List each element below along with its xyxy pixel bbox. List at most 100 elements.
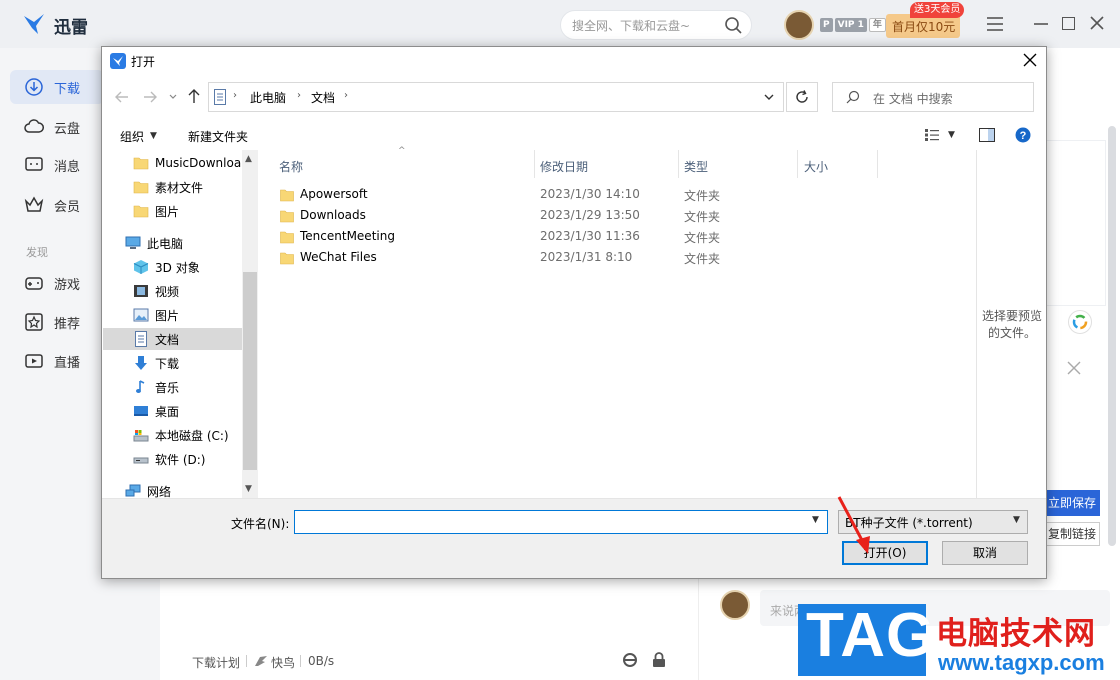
minimize-icon[interactable] <box>1034 16 1048 32</box>
user-avatar[interactable] <box>784 10 814 40</box>
tree-item-videos[interactable]: 视频 <box>133 280 179 302</box>
tree-item-this-pc[interactable]: 此电脑 <box>125 232 183 254</box>
caret-down-icon[interactable]: ▼ <box>1013 515 1020 525</box>
video-icon <box>134 285 148 297</box>
new-folder-button[interactable]: 新建文件夹 <box>188 128 248 145</box>
column-header-name[interactable]: 名称 <box>279 158 303 175</box>
fast-bird-label[interactable]: 快鸟 <box>271 654 295 671</box>
sidebar-item-label: 消息 <box>54 159 81 175</box>
tree-item-materials[interactable]: 素材文件 <box>133 176 203 198</box>
sidebar-item-games[interactable]: 游戏 <box>10 266 104 300</box>
column-divider[interactable] <box>877 150 878 178</box>
watermark-site-name: 电脑技术网 <box>936 616 1096 652</box>
tree-item-drive-c[interactable]: 本地磁盘 (C:) <box>133 424 229 446</box>
back-arrow-icon[interactable] <box>114 89 130 105</box>
file-name: Apowersoft <box>300 187 368 201</box>
tree-item-music[interactable]: 音乐 <box>133 376 179 398</box>
tree-item-desktop[interactable]: 桌面 <box>133 400 179 422</box>
forward-arrow-icon[interactable] <box>142 89 158 105</box>
file-date: 2023/1/30 11:36 <box>540 229 640 243</box>
sidebar-section-discover: 发现 <box>26 246 48 259</box>
tree-item-pictures[interactable]: 图片 <box>133 304 179 326</box>
download-plan-button[interactable]: 下载计划 <box>192 654 240 671</box>
caret-down-icon[interactable]: ▼ <box>150 131 157 141</box>
tree-item-3d-objects[interactable]: 3D 对象 <box>133 256 200 278</box>
chevron-down-icon[interactable] <box>762 90 776 104</box>
tree-item-label: 网络 <box>147 484 172 499</box>
menu-icon[interactable] <box>986 16 1004 32</box>
download-icon <box>25 78 43 96</box>
picture-icon <box>133 308 149 322</box>
file-row[interactable]: Downloads 2023/1/29 13:50 文件夹 <box>280 207 780 227</box>
address-bar[interactable] <box>208 82 784 112</box>
chevron-down-icon[interactable] <box>168 90 178 104</box>
fast-bird-icon[interactable] <box>254 654 268 668</box>
vip-badge-year: 年 <box>868 18 886 32</box>
tree-item-label: 视频 <box>155 284 180 299</box>
file-date: 2023/1/31 8:10 <box>540 250 633 264</box>
column-header-size[interactable]: 大小 <box>804 158 828 175</box>
network-icon <box>125 484 141 497</box>
breadcrumb-documents[interactable]: 文档 <box>311 89 335 106</box>
preview-pane-icon[interactable] <box>979 128 995 142</box>
crown-icon <box>24 196 44 212</box>
sidebar-item-label: 直播 <box>54 355 81 371</box>
sidebar-item-label: 推荐 <box>54 316 81 332</box>
sidebar-item-live[interactable]: 直播 <box>10 344 104 378</box>
file-type: 文件夹 <box>684 210 721 224</box>
tree-item-label: 3D 对象 <box>155 260 200 275</box>
sidebar-item-recommend[interactable]: 推荐 <box>10 305 104 339</box>
column-divider[interactable] <box>797 150 798 178</box>
promo-text: 首月仅10元 <box>892 20 956 34</box>
sidebar-item-cloud[interactable]: 云盘 <box>10 110 104 144</box>
file-row[interactable]: WeChat Files 2023/1/31 8:10 文件夹 <box>280 249 780 269</box>
folder-icon <box>280 231 294 244</box>
caret-down-icon[interactable]: ▼ <box>948 130 955 140</box>
status-separator <box>300 655 301 667</box>
cancel-button[interactable]: 取消 <box>942 541 1028 565</box>
tree-item-documents[interactable]: 文档 <box>103 328 243 350</box>
vip-badge-p: P <box>820 18 833 32</box>
tree-item-downloads[interactable]: 下载 <box>133 352 179 374</box>
tree-scrollbar-thumb[interactable] <box>243 272 257 470</box>
music-icon <box>136 380 145 393</box>
main-scrollbar[interactable] <box>1108 126 1116 546</box>
tree-item-drive-d[interactable]: 软件 (D:) <box>133 448 205 470</box>
filename-input[interactable] <box>294 510 828 534</box>
breadcrumb-this-pc[interactable]: 此电脑 <box>250 89 286 106</box>
column-header-date[interactable]: 修改日期 <box>540 158 588 175</box>
breadcrumb-chevron-icon[interactable]: › <box>233 90 237 101</box>
breadcrumb-chevron-icon[interactable]: › <box>297 90 301 101</box>
view-options-icon[interactable] <box>924 128 940 142</box>
app-close-icon[interactable] <box>1088 14 1106 32</box>
up-arrow-icon[interactable] <box>186 88 202 104</box>
tree-item-label: 桌面 <box>155 404 180 419</box>
file-date: 2023/1/30 14:10 <box>540 187 640 201</box>
file-row[interactable]: TencentMeeting 2023/1/30 11:36 文件夹 <box>280 228 780 248</box>
maximize-icon[interactable] <box>1062 17 1075 30</box>
help-icon[interactable]: ? <box>1015 127 1031 143</box>
tree-item-network[interactable]: 网络 <box>125 480 171 498</box>
tree-item-pictures-folder[interactable]: 图片 <box>133 200 179 222</box>
caret-down-icon[interactable]: ▼ <box>812 515 819 525</box>
copy-link-button[interactable]: 复制链接 <box>1044 522 1100 546</box>
preview-pane-divider[interactable] <box>976 150 977 498</box>
scroll-down-icon[interactable]: ▼ <box>245 484 252 494</box>
lock-icon[interactable] <box>652 652 666 668</box>
sidebar-item-message[interactable]: 消息 <box>10 148 104 182</box>
save-now-button[interactable]: 立即保存 <box>1044 490 1100 516</box>
organize-menu-button[interactable]: 组织 <box>120 128 144 145</box>
file-row[interactable]: Apowersoft 2023/1/30 14:10 文件夹 <box>280 186 780 206</box>
sidebar-item-download[interactable]: 下载 <box>10 70 104 104</box>
sidebar-item-vip[interactable]: 会员 <box>10 188 104 222</box>
scroll-up-icon[interactable]: ▲ <box>245 154 252 164</box>
column-divider[interactable] <box>678 150 679 178</box>
column-divider[interactable] <box>534 150 535 178</box>
tree-item-music-download[interactable]: MusicDownloa <box>133 152 259 174</box>
breadcrumb-chevron-icon[interactable]: › <box>344 90 348 101</box>
column-header-type[interactable]: 类型 <box>684 158 708 175</box>
browser-icon[interactable] <box>622 652 638 668</box>
panel-close-icon[interactable] <box>1066 360 1082 376</box>
search-icon[interactable] <box>724 16 742 34</box>
dialog-close-icon[interactable] <box>1023 53 1037 67</box>
